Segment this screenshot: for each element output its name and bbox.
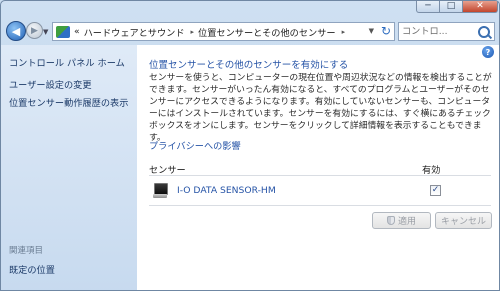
sidebar-default-location[interactable]: 既定の位置	[9, 262, 55, 276]
search-icon[interactable]	[478, 26, 490, 38]
page-title: 位置センサーとその他のセンサーを有効にする	[149, 60, 349, 71]
apply-button-label: 適用	[397, 217, 416, 227]
row-divider	[149, 205, 491, 206]
breadcrumb-hardware-and-sound[interactable]: ハードウェアとサウンド	[84, 25, 185, 39]
search-input[interactable]	[402, 24, 474, 39]
forward-button[interactable]: ▶	[26, 22, 43, 39]
cancel-button[interactable]: キャンセル	[435, 212, 492, 229]
checkmark-icon: ✓	[431, 185, 440, 195]
sidebar-view-sensor-history[interactable]: 位置センサー動作履歴の表示	[9, 95, 128, 109]
maximize-button[interactable]: □	[439, 1, 463, 13]
cancel-button-label: キャンセル	[440, 217, 486, 227]
breadcrumb-separator-icon[interactable]: ▸	[342, 28, 346, 36]
search-box[interactable]	[398, 22, 495, 41]
refresh-icon[interactable]: ↻	[381, 24, 391, 38]
address-overflow-chevron[interactable]: «	[74, 26, 80, 37]
main-content: ? 位置センサーとその他のセンサーを有効にする センサーを使うと、コンピューター…	[137, 45, 499, 290]
enabled-column-header: 有効	[422, 165, 441, 176]
close-button[interactable]: ✕	[462, 1, 498, 13]
address-bar[interactable]: « ハードウェアとサウンド ▸ 位置センサーとその他のセンサー ▸ ▼ ↻	[52, 22, 395, 41]
control-panel-window: ─ □ ✕ ◀ ▶ ▼ « ハードウェアとサウンド ▸ 位置センサーとその他のセ…	[0, 0, 500, 291]
page-description: センサーを使うと、コンピューターの現在位置や周辺状況などの情報を検出することがで…	[149, 73, 492, 143]
sidebar-change-user-settings[interactable]: ユーザー設定の変更	[9, 77, 92, 91]
back-arrow-icon: ◀	[11, 24, 21, 38]
sidebar-control-panel-home[interactable]: コントロール パネル ホーム	[9, 55, 125, 69]
navigation-bar: ◀ ▶ ▼ « ハードウェアとサウンド ▸ 位置センサーとその他のセンサー ▸ …	[1, 15, 499, 45]
breadcrumb-location-sensors[interactable]: 位置センサーとその他のセンサー	[198, 25, 336, 39]
sidebar: コントロール パネル ホーム ユーザー設定の変更 位置センサー動作履歴の表示 関…	[1, 45, 137, 290]
control-panel-icon	[56, 25, 70, 38]
uac-shield-icon	[386, 216, 395, 225]
forward-arrow-icon: ▶	[31, 25, 38, 36]
sensor-enabled-checkbox[interactable]: ✓	[430, 185, 441, 196]
sensor-row[interactable]: I-O DATA SENSOR-HM ✓	[149, 179, 491, 205]
address-dropdown-icon[interactable]: ▼	[369, 27, 374, 35]
privacy-link[interactable]: プライバシーへの影響	[149, 138, 241, 152]
breadcrumb-separator-icon[interactable]: ▸	[191, 28, 195, 36]
recent-pages-dropdown-icon[interactable]: ▼	[43, 28, 48, 36]
title-bar: ─ □ ✕	[1, 1, 499, 15]
sensor-name-link[interactable]: I-O DATA SENSOR-HM	[177, 185, 276, 196]
sensor-device-icon	[153, 183, 168, 199]
apply-button[interactable]: 適用	[372, 212, 431, 229]
header-divider	[149, 175, 491, 176]
minimize-button[interactable]: ─	[416, 1, 440, 13]
sensor-column-header: センサー	[149, 165, 186, 176]
back-button[interactable]: ◀	[6, 21, 26, 41]
help-icon[interactable]: ?	[482, 46, 494, 58]
sidebar-related-heading: 関連項目	[9, 246, 44, 256]
